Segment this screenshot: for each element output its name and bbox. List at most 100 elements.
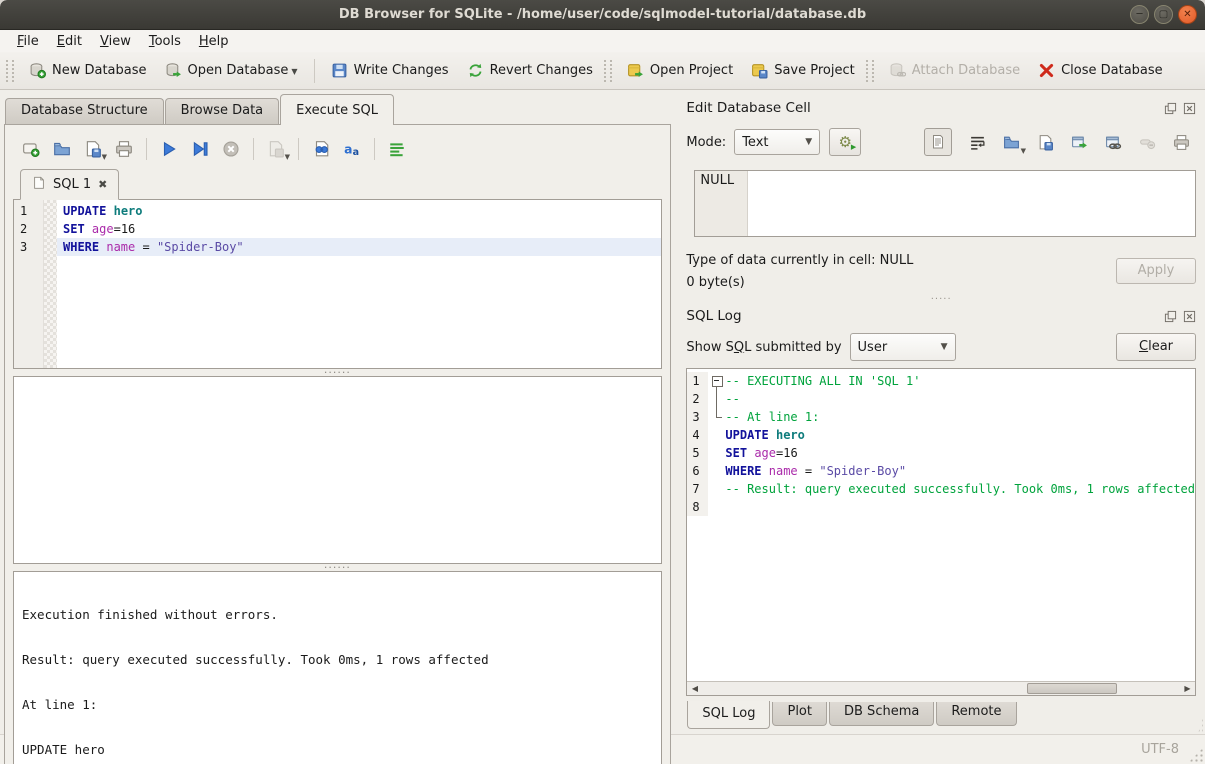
editor-code-area[interactable]: UPDATE hero SET age=16 WHERE name = "Spi… <box>57 200 661 368</box>
open-sql-file-icon[interactable] <box>52 139 72 159</box>
edit-cell-header: Edit Database Cell <box>686 98 1196 118</box>
execute-all-icon[interactable] <box>159 139 179 159</box>
editor-line-current[interactable]: WHERE name = "Spider-Boy" <box>57 238 661 256</box>
tab-browse-data[interactable]: Browse Data <box>165 98 280 124</box>
open-database-dropdown-icon[interactable]: ▼ <box>291 67 297 79</box>
sql-log-title: SQL Log <box>686 308 1163 324</box>
new-sql-tab-icon[interactable] <box>21 139 41 159</box>
sql-tab-1[interactable]: SQL 1 ✖ <box>20 169 119 200</box>
apply-button: Apply <box>1116 258 1196 284</box>
menu-view[interactable]: View <box>91 32 140 51</box>
sql-tab-close-icon[interactable]: ✖ <box>98 178 107 191</box>
editor-line[interactable]: SET age=16 <box>57 220 661 238</box>
dock-tab-plot[interactable]: Plot <box>772 702 827 726</box>
tab-database-structure[interactable]: Database Structure <box>5 98 164 124</box>
close-panel-icon[interactable] <box>1182 309 1196 323</box>
open-database-button[interactable]: Open Database ▼ <box>156 57 307 84</box>
word-wrap-icon[interactable] <box>966 131 988 153</box>
log-line: 4UPDATE hero <box>687 426 1195 444</box>
clear-log-button[interactable]: Clear <box>1116 333 1196 361</box>
log-line: 5SET age=16 <box>687 444 1195 462</box>
text-mode-icon[interactable] <box>924 128 952 156</box>
toolbar-drag-handle[interactable] <box>866 60 874 82</box>
chevron-down-icon: ▼ <box>805 137 812 147</box>
print-icon[interactable] <box>114 139 134 159</box>
link-data-icon[interactable] <box>1102 131 1124 153</box>
write-changes-label: Write Changes <box>354 63 449 78</box>
sql-file-icon <box>32 176 46 194</box>
workspace: Database Structure Browse Data Execute S… <box>0 90 1205 734</box>
find-replace-icon[interactable] <box>311 139 331 159</box>
close-panel-icon[interactable] <box>1182 101 1196 115</box>
save-sql-file-icon[interactable]: ▼ <box>83 139 103 159</box>
close-button[interactable]: ✕ <box>1178 5 1197 24</box>
auto-apply-button[interactable]: ⚙ ▶ <box>829 128 861 156</box>
submitted-by-combobox[interactable]: User ▼ <box>850 333 956 361</box>
log-line: 3-- At line 1: <box>687 408 1195 426</box>
log-line: 8 <box>687 498 1195 516</box>
dock-tab-db-schema[interactable]: DB Schema <box>829 702 934 726</box>
panel-splitter[interactable] <box>671 90 679 734</box>
format-sql-icon[interactable] <box>387 139 407 159</box>
execution-messages[interactable]: Execution finished without errors. Resul… <box>13 571 662 764</box>
import-dropdown-icon[interactable]: ▼ <box>1021 147 1026 155</box>
execute-current-line-icon[interactable] <box>190 139 210 159</box>
menu-file[interactable]: File <box>8 32 48 51</box>
sql-editor[interactable]: 1 2 3 UPDATE hero SET age=16 WHERE name … <box>13 199 662 369</box>
editor-line[interactable]: UPDATE hero <box>57 202 661 220</box>
new-database-label: New Database <box>52 63 147 78</box>
horizontal-scrollbar[interactable]: ◀ ▶ <box>687 681 1195 695</box>
minimize-button[interactable]: ─ <box>1130 5 1149 24</box>
menu-edit[interactable]: Edit <box>48 32 91 51</box>
import-data-icon[interactable]: ▼ <box>1000 131 1022 153</box>
editor-results-splitter[interactable] <box>13 369 662 376</box>
close-database-button[interactable]: Close Database <box>1029 57 1172 84</box>
attach-database-button: Attach Database <box>880 57 1029 84</box>
revert-changes-button[interactable]: Revert Changes <box>458 57 602 84</box>
scroll-right-icon[interactable]: ▶ <box>1180 682 1195 695</box>
sql-tab-bar: SQL 1 ✖ <box>13 167 662 199</box>
sql-log-header: SQL Log <box>686 306 1196 326</box>
float-panel-icon[interactable] <box>1163 309 1177 323</box>
scroll-left-icon[interactable]: ◀ <box>687 682 702 695</box>
editor-line-numbers: 1 2 3 <box>14 200 44 368</box>
menu-tools[interactable]: Tools <box>140 32 190 51</box>
open-project-label: Open Project <box>650 63 733 78</box>
export-data-icon[interactable] <box>1034 131 1056 153</box>
cell-type-label: Type of data currently in cell: NULL <box>686 250 913 272</box>
toolbar-drag-handle[interactable] <box>604 60 612 82</box>
tab-execute-sql[interactable]: Execute SQL <box>280 94 394 125</box>
write-changes-button[interactable]: Write Changes <box>322 57 458 84</box>
window-title: DB Browser for SQLite - /home/user/code/… <box>0 7 1205 22</box>
new-database-button[interactable]: New Database <box>20 57 156 84</box>
sql-log-view[interactable]: 1-- EXECUTING ALL IN 'SQL 1' 2-- 3-- At … <box>686 368 1196 696</box>
main-tab-bar: Database Structure Browse Data Execute S… <box>4 94 671 124</box>
open-project-icon <box>627 62 644 79</box>
save-sql-dropdown-icon[interactable]: ▼ <box>102 153 107 161</box>
submitted-by-value: User <box>858 340 888 355</box>
toolbar-drag-handle[interactable] <box>6 60 14 82</box>
auto-complete-icon[interactable]: aa <box>342 139 362 159</box>
open-project-button[interactable]: Open Project <box>618 57 742 84</box>
dock-splitter[interactable] <box>686 294 1196 306</box>
log-line: 6WHERE name = "Spider-Boy" <box>687 462 1195 480</box>
cell-text-area[interactable] <box>748 171 1195 236</box>
results-grid[interactable] <box>13 376 662 564</box>
save-project-label: Save Project <box>774 63 855 78</box>
fold-collapse-icon[interactable] <box>708 372 725 390</box>
save-project-button[interactable]: Save Project <box>742 57 864 84</box>
mode-label: Mode: <box>686 135 726 150</box>
open-in-editor-icon[interactable] <box>1068 131 1090 153</box>
mode-combobox[interactable]: Text ▼ <box>734 129 820 155</box>
save-project-icon <box>751 62 768 79</box>
float-panel-icon[interactable] <box>1163 101 1177 115</box>
dock-tab-sql-log[interactable]: SQL Log <box>687 701 770 729</box>
maximize-button[interactable]: ▢ <box>1154 5 1173 24</box>
results-messages-splitter[interactable] <box>13 564 662 571</box>
scrollbar-thumb[interactable] <box>1027 683 1117 694</box>
resize-grip[interactable] <box>1189 748 1203 762</box>
dock-tab-remote[interactable]: Remote <box>936 702 1016 726</box>
menu-help[interactable]: Help <box>190 32 238 51</box>
close-database-label: Close Database <box>1061 63 1163 78</box>
print-cell-icon[interactable] <box>1170 131 1192 153</box>
